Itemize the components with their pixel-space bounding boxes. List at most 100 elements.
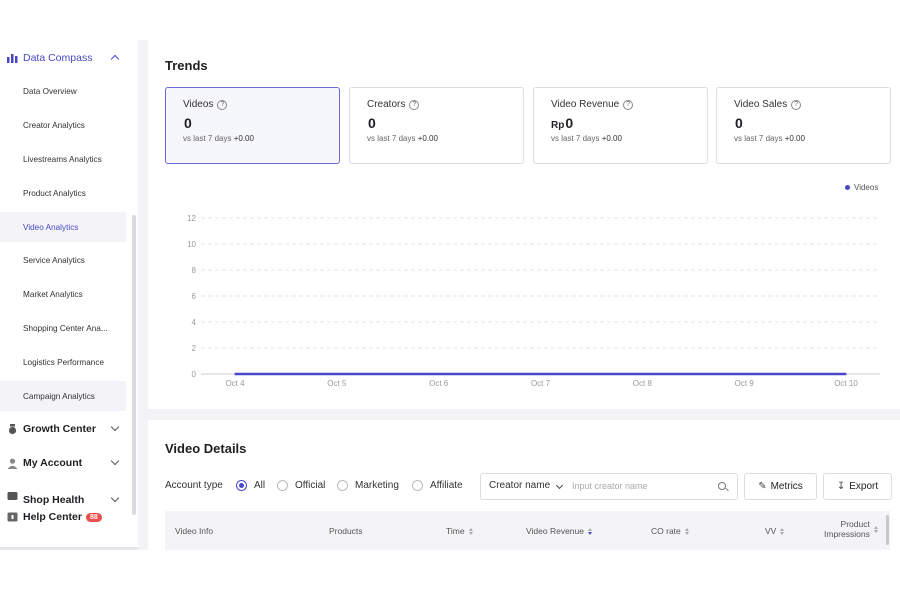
metric-delta: +0.00 [784, 134, 805, 143]
metric-value: 0 [565, 115, 574, 131]
app-window: Data Compass Data Overview Creator Analy… [0, 0, 900, 600]
column-header-vv[interactable]: VV [765, 526, 785, 536]
metric-delta: +0.00 [233, 134, 254, 143]
search-icon[interactable] [718, 482, 726, 490]
sort-icon[interactable] [468, 527, 473, 535]
sidebar-item-service-analytics[interactable]: Service Analytics [0, 245, 126, 275]
nav-group-label: Help Center [23, 511, 82, 523]
sort-icon[interactable] [587, 527, 592, 535]
radio-affiliate[interactable] [412, 480, 423, 491]
creator-name-input[interactable] [572, 476, 712, 496]
y-tick-label: 0 [192, 370, 197, 379]
table-scrollbar[interactable] [886, 515, 889, 545]
metric-label: Video Sales [734, 99, 788, 110]
sidebar-item-creator-analytics[interactable]: Creator Analytics [0, 110, 126, 140]
sidebar-item-video-analytics[interactable]: Video Analytics [0, 212, 126, 242]
x-tick-label: Oct 8 [633, 379, 653, 388]
radio-label-marketing[interactable]: Marketing [355, 480, 399, 491]
radio-label-affiliate[interactable]: Affiliate [430, 480, 463, 491]
chart-legend[interactable]: Videos [845, 183, 878, 192]
sidebar: Data Compass Data Overview Creator Analy… [0, 40, 138, 550]
y-tick-label: 10 [187, 240, 196, 249]
sort-icon[interactable] [873, 525, 878, 533]
metric-delta: +0.00 [601, 134, 622, 143]
download-icon: ↧ [836, 481, 846, 492]
x-tick-label: Oct 4 [225, 379, 245, 388]
export-button[interactable]: ↧ Export [823, 473, 892, 500]
data-point [641, 373, 644, 375]
data-point [336, 373, 338, 375]
column-header-product-impressions[interactable]: Product Impressions [824, 519, 878, 539]
column-header-time[interactable]: Time [446, 526, 473, 536]
sidebar-item-shopping-center-analytics[interactable]: Shopping Center Ana... [0, 313, 126, 343]
trends-chart: 0 2 4 6 8 10 12 Oct 4 Oct 5 Oct 6 Oct 7 Oct 8 Oct 9 O… [187, 214, 880, 388]
metric-delta: +0.00 [417, 134, 438, 143]
y-tick-label: 6 [192, 292, 197, 301]
y-tick-label: 8 [192, 266, 197, 275]
metric-value: 0 [735, 115, 743, 131]
notification-badge: 88 [85, 512, 102, 522]
nav-group-my-account[interactable]: My Account [0, 449, 130, 477]
sidebar-item-data-overview[interactable]: Data Overview [0, 76, 126, 106]
question-icon[interactable]: ? [623, 99, 634, 110]
question-icon[interactable]: ? [791, 99, 802, 110]
radio-marketing[interactable] [337, 480, 348, 491]
legend-label: Videos [854, 183, 879, 192]
metric-value: 0 [184, 115, 192, 131]
metric-card-creators[interactable]: Creators? 0 vs last 7 days +0.00 [349, 87, 524, 164]
help-icon [6, 511, 18, 523]
data-point [234, 373, 236, 375]
account-type-label: Account type [165, 480, 223, 491]
column-header-video-info: Video Info [175, 526, 214, 536]
video-details-title: Video Details [165, 441, 247, 456]
metric-label: Videos [183, 99, 214, 110]
x-tick-label: Oct 10 [834, 379, 858, 388]
sidebar-item-livestreams-analytics[interactable]: Livestreams Analytics [0, 144, 126, 174]
sidebar-item-logistics-performance[interactable]: Logistics Performance [0, 347, 126, 377]
column-header-co-rate[interactable]: CO rate [651, 526, 689, 536]
data-point [845, 373, 847, 375]
data-point [437, 373, 440, 375]
nav-group-help-center[interactable]: Help Center 88 [0, 503, 130, 531]
x-tick-label: Oct 6 [429, 379, 449, 388]
question-icon[interactable]: ? [409, 99, 420, 110]
user-icon [6, 457, 18, 469]
sidebar-item-market-analytics[interactable]: Market Analytics [0, 279, 126, 309]
sidebar-item-campaign-analytics[interactable]: Campaign Analytics [0, 381, 126, 411]
metric-card-video-sales[interactable]: Video Sales? 0 vs last 7 days +0.00 [716, 87, 891, 164]
sidebar-item-product-analytics[interactable]: Product Analytics [0, 178, 126, 208]
nav-group-label: Growth Center [23, 423, 96, 435]
search-field-select[interactable]: Creator name [489, 480, 550, 491]
metric-card-videos[interactable]: Videos? 0 vs last 7 days +0.00 [165, 87, 340, 164]
y-tick-label: 12 [187, 214, 196, 223]
chevron-down-icon[interactable] [110, 456, 120, 466]
trends-title: Trends [165, 58, 208, 73]
currency-prefix: Rp [551, 120, 565, 131]
radio-label-all[interactable]: All [254, 480, 265, 491]
chevron-down-icon[interactable] [110, 493, 120, 503]
column-header-video-revenue[interactable]: Video Revenue [526, 526, 592, 536]
radio-official[interactable] [277, 480, 288, 491]
sort-icon[interactable] [684, 527, 689, 535]
sidebar-scrollbar[interactable] [132, 215, 136, 515]
x-tick-label: Oct 9 [735, 379, 755, 388]
nav-group-label: My Account [23, 457, 83, 469]
question-icon[interactable]: ? [217, 99, 228, 110]
radio-all[interactable] [236, 480, 247, 491]
chevron-up-icon[interactable] [110, 54, 120, 64]
nav-group-data-compass[interactable]: Data Compass [0, 44, 130, 72]
x-tick-label: Oct 7 [531, 379, 551, 388]
sort-icon[interactable] [780, 527, 785, 535]
chevron-down-icon[interactable] [110, 422, 120, 432]
radio-label-official[interactable]: Official [295, 480, 325, 491]
x-tick-label: Oct 5 [327, 379, 347, 388]
data-point [743, 373, 745, 375]
metric-label: Video Revenue [551, 99, 620, 110]
medal-icon [6, 423, 18, 435]
metric-card-video-revenue[interactable]: Video Revenue? Rp0 vs last 7 days +0.00 [533, 87, 708, 164]
metrics-button[interactable]: ✎ Metrics [744, 473, 817, 500]
y-tick-label: 4 [192, 318, 197, 327]
nav-group-growth-center[interactable]: Growth Center [0, 415, 130, 443]
metric-value: 0 [368, 115, 376, 131]
data-point [539, 373, 542, 375]
